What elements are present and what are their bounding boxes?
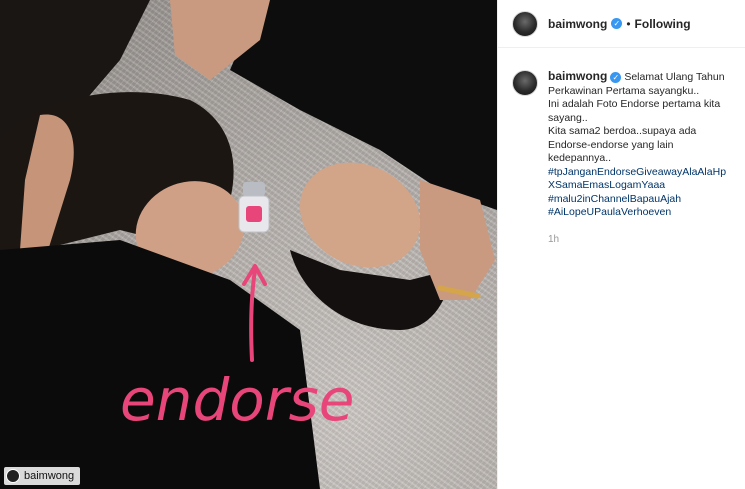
caption-verified-badge-icon: ✓ — [610, 72, 622, 83]
hashtag-link[interactable]: #AiLopeUPaulaVerhoeven — [548, 206, 731, 220]
verified-badge-icon: ✓ — [611, 18, 623, 29]
post-sidebar: baimwong ✓ • Following baimwong ✓ Selamat … — [497, 0, 745, 489]
perfume-label — [246, 206, 262, 222]
hashtag-link[interactable]: #malu2inChannelBapauAjah — [548, 193, 731, 207]
following-button[interactable]: Following — [635, 17, 691, 31]
post-timestamp[interactable]: 1h — [548, 234, 745, 245]
caption-line: kedepannya.. — [548, 152, 612, 164]
post-photo[interactable]: endorse baimwong — [0, 0, 497, 489]
perfume-cap — [243, 182, 265, 196]
photo-watermark: baimwong — [4, 467, 81, 485]
caption-line: Ini adalah Foto Endorse pertama kita — [548, 98, 721, 110]
hashtag-link[interactable]: #tpJanganEndorseGiveawayAlaAlaHp — [548, 166, 731, 180]
caption-text: baimwong ✓ Selamat Ulang Tahun Perkawinan … — [548, 69, 731, 220]
caption-line: sayang.. — [548, 111, 588, 124]
caption-line: Kita sama2 berdoa..supaya ada — [548, 125, 697, 137]
caption-line: Selamat Ulang Tahun — [624, 71, 725, 83]
watermark-username: baimwong — [24, 470, 75, 482]
caption-comment: baimwong ✓ Selamat Ulang Tahun Perkawinan … — [498, 48, 745, 220]
caption-line: Endorse-endorse yang lain — [548, 138, 674, 151]
watermark-avatar — [6, 469, 20, 483]
hashtag-link[interactable]: XSamaEmasLogamYaaa — [548, 179, 731, 193]
caption-line: Perkawinan Pertama sayangku.. — [548, 84, 700, 97]
caption-avatar[interactable] — [512, 70, 538, 96]
endorse-handwritten-text: endorse — [120, 366, 355, 434]
profile-avatar[interactable] — [512, 10, 538, 37]
woman-shirt — [0, 240, 320, 489]
header-username[interactable]: baimwong — [548, 17, 607, 31]
post-header: baimwong ✓ • Following — [498, 0, 745, 48]
caption-username[interactable]: baimwong — [548, 69, 607, 83]
photo-scene: endorse — [0, 0, 497, 489]
header-separator: • — [626, 16, 631, 31]
